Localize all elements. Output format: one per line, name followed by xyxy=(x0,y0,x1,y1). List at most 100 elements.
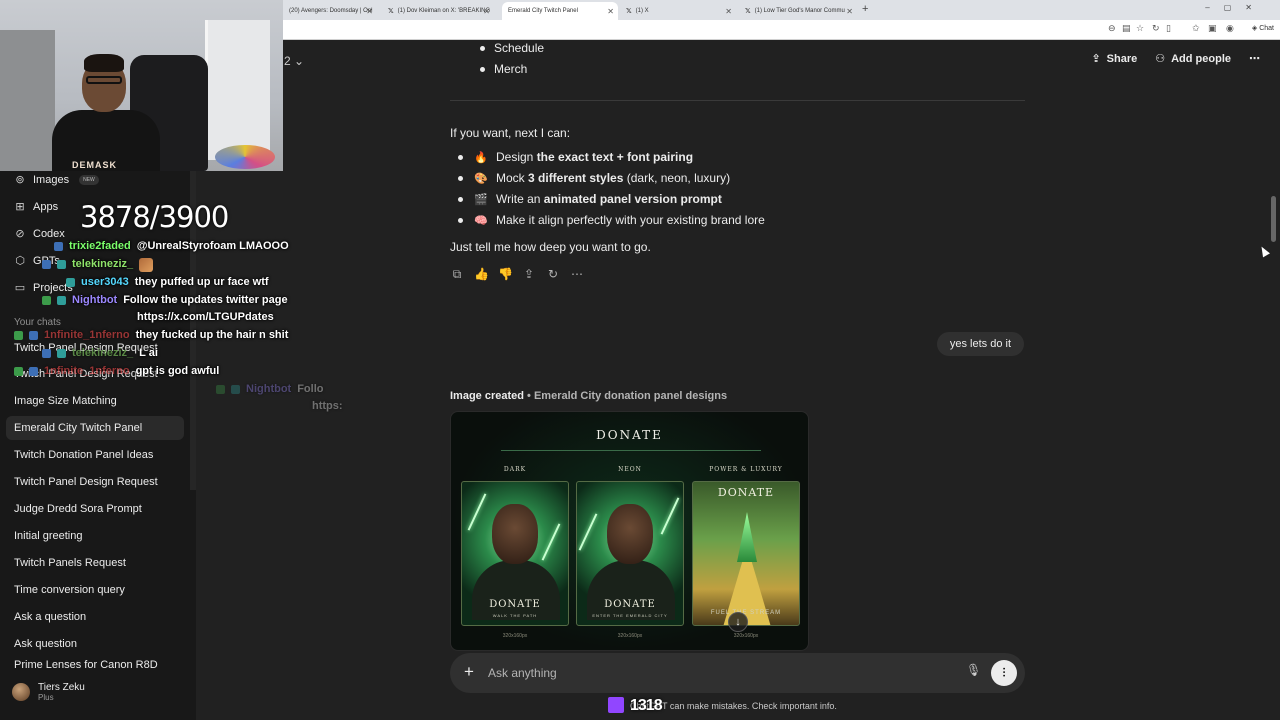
main-scrollbar[interactable] xyxy=(1271,196,1276,242)
user-message: yes lets do it xyxy=(936,332,1024,356)
browser-tab[interactable]: 𝕏 (1) Dov Kleiman on X: 'BREAKING ✕ xyxy=(382,2,494,20)
share-icon: ⇪ xyxy=(1091,53,1101,65)
glasses-icon xyxy=(86,76,122,84)
option-item: 🧠 Make it align perfectly with your exist… xyxy=(458,213,765,227)
column-label: NEON xyxy=(618,466,642,473)
brain-icon: 🧠 xyxy=(474,214,488,227)
stream-chat-line: https: xyxy=(312,400,343,412)
chat-item[interactable]: Initial greeting xyxy=(6,524,184,548)
close-tab-icon[interactable]: ✕ xyxy=(607,7,614,16)
profile-icon[interactable]: ◉ xyxy=(1226,23,1234,34)
chat-badge-icon xyxy=(42,296,51,305)
message-input[interactable] xyxy=(488,664,948,682)
webcam-overlay: DEMASK xyxy=(0,0,283,171)
divider xyxy=(450,100,1025,101)
chat-badge-icon xyxy=(54,242,63,251)
user-account[interactable]: Tiers Zeku Plus xyxy=(12,682,85,702)
panel-figure xyxy=(472,560,560,620)
panel-luxury xyxy=(692,481,800,626)
add-people-button[interactable]: ⚇ Add people xyxy=(1155,52,1231,66)
copy-icon[interactable]: ⧉ xyxy=(450,267,464,282)
chat-item[interactable]: Ask a question xyxy=(6,605,184,629)
composer: + 🎙 ⫶ xyxy=(450,653,1025,693)
sidebar-item-codex[interactable]: ⊘ Codex xyxy=(14,227,64,241)
clapper-icon: 🎬 xyxy=(474,193,488,206)
avatar xyxy=(12,683,30,701)
stream-chat-line: telekineziz_ xyxy=(42,258,154,272)
window-controls[interactable]: –▢✕ xyxy=(1205,3,1266,12)
emerald-tower-icon xyxy=(737,512,757,562)
refresh-icon[interactable]: ↻ xyxy=(1152,23,1160,34)
stream-chat-line: 1nfinite_1nferno they fucked up the hair … xyxy=(14,329,288,341)
webcam-door xyxy=(205,20,270,160)
chat-badge-icon xyxy=(57,296,66,305)
gpts-icon: ⬡ xyxy=(15,255,25,267)
share-button[interactable]: ⇪ Share xyxy=(1091,52,1137,66)
close-tab-icon[interactable]: ✕ xyxy=(483,7,490,16)
panel-subtitle: WALK THE PATH xyxy=(492,613,538,618)
close-tab-icon[interactable]: ✕ xyxy=(725,7,732,16)
browser-tab[interactable]: (20) Avengers: Doomsday | Onl ✕ xyxy=(283,2,377,20)
reader-icon[interactable]: ▤ xyxy=(1122,23,1131,34)
chat-item[interactable]: Ask question xyxy=(6,632,184,656)
chat-item-active[interactable]: Emerald City Twitch Panel xyxy=(6,416,184,440)
voice-mode-button[interactable]: ⫶ xyxy=(991,660,1017,686)
chat-item[interactable]: Twitch Panels Request xyxy=(6,551,184,575)
microphone-icon[interactable]: 🎙 xyxy=(966,663,981,677)
sidebar-item-projects[interactable]: ▭ Projects xyxy=(14,281,73,295)
new-tab-button[interactable]: + xyxy=(862,3,868,15)
webcam-rug xyxy=(215,145,275,169)
copilot-chat-button[interactable]: ◈ Chat xyxy=(1252,24,1274,32)
close-tab-icon[interactable]: ✕ xyxy=(366,7,373,16)
panel-face xyxy=(607,504,653,564)
chats-section-title: Your chats xyxy=(14,317,61,328)
browser-tab-active[interactable]: Emerald City Twitch Panel ✕ xyxy=(502,2,618,20)
share-icon[interactable]: ⇪ xyxy=(522,267,536,282)
option-item: 🎬 Write an animated panel version prompt xyxy=(458,192,722,206)
more-icon[interactable]: ⋯ xyxy=(570,267,584,282)
star-icon[interactable]: ☆ xyxy=(1136,23,1144,34)
browser-tab[interactable]: 𝕏 (1) Low Tier God's Manor Commu ✕ xyxy=(739,2,857,20)
mouse-cursor-icon xyxy=(1258,244,1270,258)
chat-item[interactable]: Time conversion query xyxy=(6,578,184,602)
lightning-icon xyxy=(578,513,598,551)
chat-badge-icon xyxy=(29,331,38,340)
thumbs-up-icon[interactable]: 👍 xyxy=(474,267,489,282)
image-divider xyxy=(501,450,761,451)
attach-button[interactable]: + xyxy=(464,662,474,682)
lightning-icon xyxy=(467,493,487,531)
streamer-hair xyxy=(84,54,124,72)
close-tab-icon[interactable]: ✕ xyxy=(846,7,853,16)
zoom-icon[interactable]: ⊖ xyxy=(1108,23,1116,34)
stream-chat-line: 1nfinite_1nferno gpt is god awful xyxy=(14,365,219,377)
split-icon[interactable]: ▯ xyxy=(1166,23,1171,34)
images-icon: ⊚ xyxy=(15,174,25,186)
message-actions: ⧉ 👍 👎 ⇪ ↻ ⋯ xyxy=(450,267,584,282)
chat-badge-icon xyxy=(42,349,51,358)
chat-badge-icon xyxy=(231,385,240,394)
sidebar-item-images[interactable]: ⊚ Images NEW xyxy=(14,173,99,186)
favorites-icon[interactable]: ✩ xyxy=(1192,23,1200,34)
collections-icon[interactable]: ▣ xyxy=(1208,23,1217,34)
chat-item[interactable]: Prime Lenses for Canon R8D xyxy=(6,659,184,671)
add-person-icon: ⚇ xyxy=(1155,53,1166,65)
chat-badge-icon xyxy=(42,260,51,269)
chat-item[interactable]: Twitch Donation Panel Ideas xyxy=(6,443,184,467)
scroll-down-button[interactable]: ↓ xyxy=(728,612,748,632)
chat-item[interactable]: Twitch Panel Design Request xyxy=(6,470,184,494)
chat-item[interactable]: Image Size Matching xyxy=(6,389,184,413)
browser-tab[interactable]: 𝕏 (1) X ✕ xyxy=(620,2,736,20)
panel-size: 320x160px xyxy=(617,633,643,639)
sidebar-item-apps[interactable]: ⊞ Apps xyxy=(14,200,58,214)
chat-item[interactable]: Judge Dredd Sora Prompt xyxy=(6,497,184,521)
assistant-text: Just tell me how deep you want to go. xyxy=(450,240,651,254)
stream-goal-counter: 3878/3900 xyxy=(80,200,229,234)
model-selector[interactable]: 2 ⌄ xyxy=(284,54,304,68)
chat-badge-icon xyxy=(66,278,75,287)
webcam-shelf xyxy=(0,30,55,171)
regenerate-icon[interactable]: ↻ xyxy=(546,267,560,282)
generated-image[interactable]: DONATE DARK NEON POWER & LUXURY DONATE D… xyxy=(450,411,809,651)
more-options-button[interactable]: ⋯ xyxy=(1249,52,1260,65)
thumbs-down-icon[interactable]: 👎 xyxy=(498,267,513,282)
chat-badge-icon xyxy=(14,331,23,340)
